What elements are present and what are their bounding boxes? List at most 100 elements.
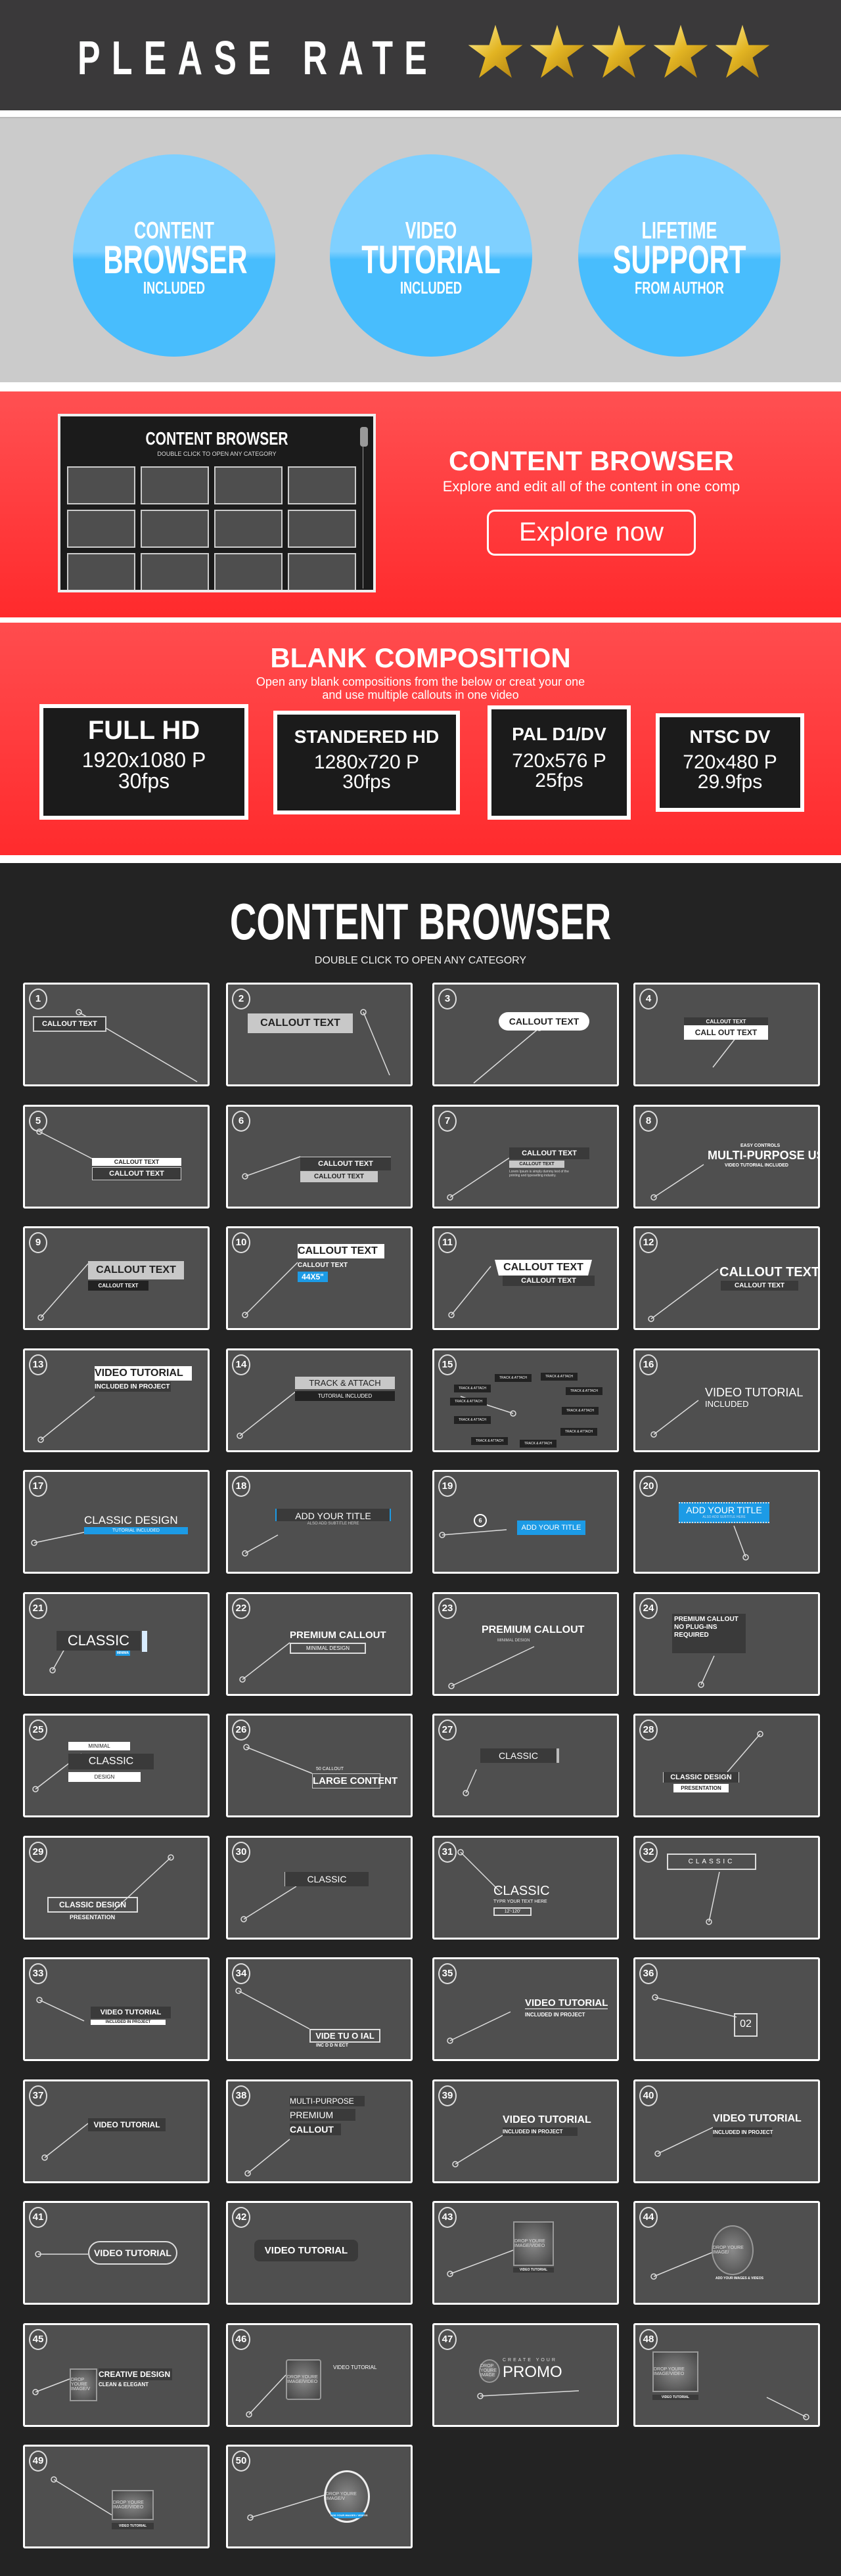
category-tile-44[interactable]: 44 DROP YOURE IMAGE/ADD YOUR IMAGES & VID… [633, 2201, 820, 2305]
category-tile-30[interactable]: 30 CLASSIC [226, 1835, 413, 1940]
category-tile-4[interactable]: 4 CALLOUT TEXT CALL OUT TEXT [633, 983, 820, 1086]
category-tile-31[interactable]: 31 CLASSIC TYPR YOUR TEXT HERE 12'-120' [432, 1835, 619, 1940]
star-rating[interactable] [466, 24, 771, 80]
category-tile-28[interactable]: 28 CLASSIC DESIGN PRESENTATION [633, 1714, 820, 1817]
callout-label: CALLOUT TEXT [298, 1244, 384, 1258]
callout-label: TRACK & ATTACH [562, 1406, 599, 1415]
preset-standered-hd[interactable]: STANDERED HD 1280x720 P 30fps [273, 711, 460, 814]
leader-line [447, 2011, 511, 2044]
callout-label: CALLOUT TEXT [509, 1147, 589, 1159]
category-tile-40[interactable]: 40 VIDEO TUTORIAL INCLUDED IN PROJECT [633, 2079, 820, 2183]
badge-line: SUPPORT [612, 238, 746, 282]
preset-fps: 29.9fps [697, 771, 763, 793]
preset-full-hd[interactable]: FULL HD 1920x1080 P 30fps [39, 704, 248, 820]
category-tile-32[interactable]: 32 CLASSIC [633, 1835, 820, 1940]
category-tile-25[interactable]: 25 MINIMAL CLASSIC DESIGN [23, 1714, 210, 1817]
leader-line [727, 1731, 763, 1773]
category-tile-38[interactable]: 38 MULTI-PURPOSE PREMIUM CALLOUT [226, 2079, 413, 2183]
callout-label: TRACK & ATTACH [450, 1397, 487, 1406]
leader-line [247, 2495, 325, 2521]
callout-label: VIDEO TUTORIAL [88, 2118, 166, 2131]
star-icon[interactable] [714, 24, 771, 80]
category-tile-15[interactable]: 15 TRACK & ATTACH TRACK & ATTACH TRACK & AT… [432, 1348, 619, 1452]
category-tile-27[interactable]: 27 CLASSIC [432, 1714, 619, 1817]
preset-pal-d1-dv[interactable]: PAL D1/DV 720x576 P 25fps [488, 705, 631, 820]
category-tile-6[interactable]: 6 CALLOUT TEXT CALLOUT TEXT [226, 1104, 413, 1209]
category-tile-8[interactable]: 8 EASY CONTROLS MULTI-PURPOSE USE VIDEO TUT… [633, 1104, 820, 1209]
category-tile-26[interactable]: 26 50 CALLOUT LARGE CONTENT [226, 1714, 413, 1817]
callout-label: ADD YOUR IMAGES / VIDEOS [330, 2512, 368, 2518]
category-tile-22[interactable]: 22 PREMIUM CALLOUT MINIMAL DESIGN [226, 1591, 413, 1696]
callout-label: PROMO [503, 2363, 562, 2381]
thumb [67, 466, 135, 504]
callout-label: VIDE TU O IAL [309, 2029, 380, 2043]
callout-label: PRESENTATION [673, 1784, 729, 1792]
callout-label: TYPR YOUR TEXT HERE [493, 1899, 547, 1904]
leader-line [240, 1885, 297, 1922]
category-tile-5[interactable]: 5 CALLOUT TEXT CALLOUT TEXT [23, 1104, 210, 1209]
category-tile-13[interactable]: 13 VIDEO TUTORIAL INCLUDED IN PROJECT [23, 1348, 210, 1452]
category-tile-9[interactable]: 9 CALLOUT TEXT CALLOUT TEXT [23, 1226, 210, 1330]
subtitle-line: Open any blank compositions from the bel… [256, 675, 585, 688]
category-tile-46[interactable]: 46 DROP YOURE IMAGE/VIDEO VIDEO TUTORIAL [226, 2322, 413, 2427]
callout-label: CALLOUT TEXT [88, 1281, 148, 1291]
category-tile-11[interactable]: 11 CALLOUT TEXT CALLOUT TEXT [432, 1226, 619, 1330]
callout-label: MINIMAL DESIGN [290, 1642, 366, 1654]
category-tile-45[interactable]: 45 DROP YOURE IMAGE/V CREATIVE DESIGN CLEAN… [23, 2322, 210, 2427]
star-icon[interactable] [528, 24, 586, 80]
category-tile-49[interactable]: 49 DROP YOURE IMAGE/VIDEO VIDEO TUTORIAL [23, 2445, 210, 2548]
callout-label: ALSO ADD SUBTITLE HERE [702, 1515, 746, 1519]
category-tile-20[interactable]: 20 ADD YOUR TITLE ALSO ADD SUBTITLE HERE [633, 1470, 820, 1574]
callout-label: CALLOUT TEXT [721, 1281, 798, 1291]
preset-name: FULL HD [87, 716, 200, 745]
category-tile-39[interactable]: 39 VIDEO TUTORIAL INCLUDED IN PROJECT [432, 2079, 619, 2183]
category-tile-2[interactable]: 2 CALLOUT TEXT [226, 983, 413, 1086]
category-tile-10[interactable]: 10 CALLOUT TEXT CALLOUT TEXT 44X5" [226, 1226, 413, 1330]
category-tile-42[interactable]: 42 VIDEO TUTORIAL [226, 2201, 413, 2305]
star-icon[interactable] [466, 24, 524, 80]
callout-label: CLEAN & ELEGANT [99, 2381, 148, 2387]
callout-label: TRACK & ATTACH [495, 1373, 532, 1382]
callout-label: CLASSIC [480, 1748, 559, 1763]
callout-label: TRACK & ATTACH [560, 1427, 597, 1436]
callout-label: CALLOUT [290, 2123, 341, 2135]
leader-line [448, 1645, 535, 1689]
feature-badge-lifetime-support: LIFETIME SUPPORT FROM AUTHOR [578, 154, 781, 357]
category-tile-24[interactable]: 24 PREMIUM CALLOUT NO PLUG-INS REQUIRED [633, 1591, 820, 1696]
screenshot-title: CONTENT BROWSER [145, 428, 288, 449]
category-tile-12[interactable]: 12 CALLOUT TEXT CALLOUT TEXT [633, 1226, 820, 1330]
category-tile-36[interactable]: 36 02 [633, 1957, 820, 2061]
category-tile-50[interactable]: 50 DROP YOURE IMAGE/V ADD YOUR IMAGES / VI… [226, 2445, 413, 2548]
category-tile-19[interactable]: 19 6 ADD YOUR TITLE [432, 1470, 619, 1574]
category-tile-7[interactable]: 7 CALLOUT TEXT CALLOUT TEXT Lorem Ipsum is … [432, 1104, 619, 1209]
callout-label: PREMIUM CALLOUT [290, 1629, 386, 1641]
category-tile-41[interactable]: 41 VIDEO TUTORIAL [23, 2201, 210, 2305]
callout-label: CALL OUT TEXT [684, 1025, 768, 1040]
category-tile-34[interactable]: 34 VIDE TU O IAL INC D D N ECT [226, 1957, 413, 2061]
preset-ntsc-dv[interactable]: NTSC DV 720x480 P 29.9fps [656, 713, 804, 812]
category-tile-18[interactable]: 18 ADD YOUR TITLE ALSO ADD SUBTITLE HERE [226, 1470, 413, 1574]
category-tile-21[interactable]: 21 CLASSIC MINIMA [23, 1591, 210, 1696]
image-placeholder: DROP YOURE IMAGE/VIDEO [652, 2351, 698, 2392]
category-tile-17[interactable]: 17 CLASSIC DESIGN TUTORIAL INCLUDED [23, 1470, 210, 1574]
leader-line [360, 1009, 390, 1076]
category-tile-29[interactable]: 29 CLASSIC DESIGN PRESENTATION [23, 1835, 210, 1940]
category-tile-23[interactable]: 23 PREMIUM CALLOUT MINIMAL DESIGN [432, 1591, 619, 1696]
category-tile-43[interactable]: 43 DROP YOURE IMAGE/VIDEO VIDEO TUTORIAL [432, 2201, 619, 2305]
explore-now-button[interactable]: Explore now [487, 510, 696, 556]
category-tile-35[interactable]: 35 VIDEO TUTORIAL INCLUDED IN PROJECT [432, 1957, 619, 2061]
star-icon[interactable] [652, 24, 710, 80]
promo-text: CONTENT BROWSER Explore and edit all of … [407, 445, 775, 556]
category-tile-16[interactable]: 16 VIDEO TUTORIAL INCLUDED [633, 1348, 820, 1452]
category-tile-14[interactable]: 14 TRACK & ATTACH TUTORIAL INCLUDED [226, 1348, 413, 1452]
star-icon[interactable] [590, 24, 648, 80]
category-tile-3[interactable]: 3 CALLOUT TEXT [432, 983, 619, 1086]
category-tile-1[interactable]: 1 CALLOUT TEXT [23, 983, 210, 1086]
callout-label: ALSO ADD SUBTITLE HERE [307, 1522, 359, 1526]
category-tile-33[interactable]: 33 VIDEO TUTORIAL INCLUDED IN PROJECT [23, 1957, 210, 2061]
category-tile-47[interactable]: 47 DROP YOURE IMAGE CREATE YOUR PROMO [432, 2322, 619, 2427]
callout-label: TRACK & ATTACH [541, 1372, 578, 1381]
callout-label: CLASSIC DESIGN [47, 1896, 138, 1913]
category-tile-48[interactable]: 48 DROP YOURE IMAGE/VIDEO VIDEO TUTORIAL [633, 2322, 820, 2427]
category-tile-37[interactable]: 37 VIDEO TUTORIAL [23, 2079, 210, 2183]
